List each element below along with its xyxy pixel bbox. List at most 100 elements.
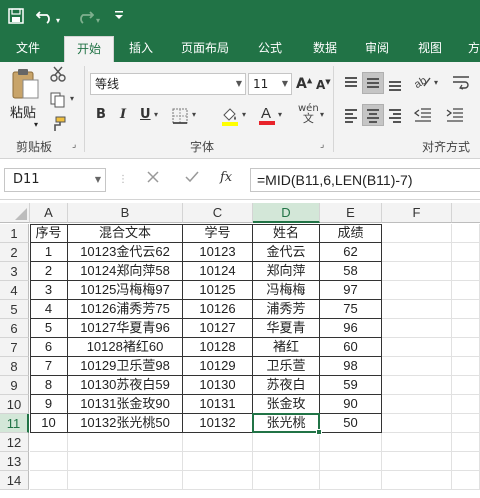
font-size-select[interactable]: 11 ▼ xyxy=(248,73,292,95)
fill-color-dropdown-icon[interactable]: ▾ xyxy=(242,110,246,119)
cell-f12[interactable] xyxy=(382,433,452,452)
column-header-b[interactable]: B xyxy=(68,203,183,223)
fill-handle[interactable] xyxy=(316,429,322,435)
clipboard-launcher-icon[interactable]: ⌟ xyxy=(72,140,76,150)
cell-b14[interactable] xyxy=(68,471,183,490)
font-color-dropdown-icon[interactable]: ▾ xyxy=(278,110,282,119)
cell-g12[interactable] xyxy=(452,433,480,452)
cell-b6[interactable]: 10127华夏青96 xyxy=(68,319,183,338)
wrap-text-icon[interactable] xyxy=(452,74,470,94)
align-right-button[interactable] xyxy=(384,104,406,126)
row-header-13[interactable]: 13 xyxy=(0,452,29,471)
cell-g11[interactable] xyxy=(452,414,480,433)
row-header-14[interactable]: 14 xyxy=(0,471,29,490)
cell-c6[interactable]: 10127 xyxy=(183,319,253,338)
cell-b7[interactable]: 10128褚红60 xyxy=(68,338,183,357)
cell-c14[interactable] xyxy=(183,471,253,490)
cell-b9[interactable]: 10130苏夜白59 xyxy=(68,376,183,395)
italic-button[interactable]: I xyxy=(120,107,126,122)
paste-icon[interactable] xyxy=(10,68,40,103)
cell-c9[interactable]: 10130 xyxy=(183,376,253,395)
row-header-12[interactable]: 12 xyxy=(0,433,29,452)
cell-d9[interactable]: 苏夜白 xyxy=(253,376,320,395)
cell-e3[interactable]: 58 xyxy=(320,262,382,281)
font-launcher-icon[interactable]: ⌟ xyxy=(320,140,324,150)
cell-c4[interactable]: 10125 xyxy=(183,281,253,300)
underline-button[interactable]: U xyxy=(140,107,151,122)
cell-f1[interactable] xyxy=(382,224,452,243)
phonetic-guide-button[interactable]: wén 文 xyxy=(298,104,319,125)
tab-insert[interactable]: 插入 xyxy=(120,36,162,62)
name-box[interactable]: D11 ▼ xyxy=(4,168,106,192)
grow-font-button[interactable]: A▲ xyxy=(296,76,312,92)
borders-icon[interactable] xyxy=(172,108,188,128)
cell-g2[interactable] xyxy=(452,243,480,262)
cell-e9[interactable]: 59 xyxy=(320,376,382,395)
cell-f3[interactable] xyxy=(382,262,452,281)
cell-d8[interactable]: 卫乐萱 xyxy=(253,357,320,376)
paste-label[interactable]: 粘贴 xyxy=(10,102,36,121)
row-header-8[interactable]: 8 xyxy=(0,357,29,376)
cell-b4[interactable]: 10125冯梅梅97 xyxy=(68,281,183,300)
cell-e1[interactable]: 成绩 xyxy=(320,224,382,243)
cell-g14[interactable] xyxy=(452,471,480,490)
cell-c2[interactable]: 10123 xyxy=(183,243,253,262)
column-header-e[interactable]: E xyxy=(320,203,382,223)
copy-icon[interactable] xyxy=(50,92,66,112)
align-left-button[interactable] xyxy=(340,104,362,126)
cell-c13[interactable] xyxy=(183,452,253,471)
column-header-f[interactable]: F xyxy=(382,203,452,223)
tab-formulas[interactable]: 公式 xyxy=(250,36,290,62)
cell-f6[interactable] xyxy=(382,319,452,338)
row-header-6[interactable]: 6 xyxy=(0,319,29,338)
cell-e14[interactable] xyxy=(320,471,382,490)
cell-d14[interactable] xyxy=(253,471,320,490)
row-header-3[interactable]: 3 xyxy=(0,262,29,281)
bold-button[interactable]: B xyxy=(96,107,106,122)
cell-d7[interactable]: 褚红 xyxy=(253,338,320,357)
cell-a9[interactable]: 8 xyxy=(30,376,68,395)
cell-a12[interactable] xyxy=(30,433,68,452)
cell-d12[interactable] xyxy=(253,433,320,452)
tab-more[interactable]: 方 xyxy=(464,36,480,62)
cell-e2[interactable]: 62 xyxy=(320,243,382,262)
cell-a14[interactable] xyxy=(30,471,68,490)
row-header-9[interactable]: 9 xyxy=(0,376,29,395)
redo-dropdown-icon[interactable]: ▾ xyxy=(96,12,100,30)
redo-icon[interactable] xyxy=(76,8,95,28)
tab-data[interactable]: 数据 xyxy=(304,36,346,62)
cell-e6[interactable]: 96 xyxy=(320,319,382,338)
cell-c5[interactable]: 10126 xyxy=(183,300,253,319)
format-painter-icon[interactable] xyxy=(50,116,66,136)
cell-a5[interactable]: 4 xyxy=(30,300,68,319)
font-color-icon[interactable]: A xyxy=(258,104,276,130)
cell-e13[interactable] xyxy=(320,452,382,471)
column-header-d[interactable]: D xyxy=(253,203,320,223)
cell-g4[interactable] xyxy=(452,281,480,300)
borders-dropdown-icon[interactable]: ▾ xyxy=(192,110,196,119)
cell-f14[interactable] xyxy=(382,471,452,490)
cell-a11[interactable]: 10 xyxy=(30,414,68,433)
tab-file[interactable]: 文件 xyxy=(6,36,50,62)
underline-dropdown-icon[interactable]: ▾ xyxy=(154,110,158,119)
cell-f8[interactable] xyxy=(382,357,452,376)
cell-e8[interactable]: 98 xyxy=(320,357,382,376)
cell-f11[interactable] xyxy=(382,414,452,433)
cell-d4[interactable]: 冯梅梅 xyxy=(253,281,320,300)
cell-d3[interactable]: 郑向萍 xyxy=(253,262,320,281)
cell-d1[interactable]: 姓名 xyxy=(253,224,320,243)
shrink-font-button[interactable]: A▼ xyxy=(316,78,331,92)
cell-c12[interactable] xyxy=(183,433,253,452)
cell-c7[interactable]: 10128 xyxy=(183,338,253,357)
fill-color-icon[interactable] xyxy=(220,106,240,130)
cell-e11[interactable]: 50 xyxy=(320,414,382,433)
undo-icon[interactable] xyxy=(35,8,54,28)
orientation-dropdown-icon[interactable]: ▾ xyxy=(434,78,438,87)
cell-b10[interactable]: 10131张金玫90 xyxy=(68,395,183,414)
cell-d10[interactable]: 张金玫 xyxy=(253,395,320,414)
cell-b11[interactable]: 10132张光桃50 xyxy=(68,414,183,433)
cell-d5[interactable]: 浦秀芳 xyxy=(253,300,320,319)
row-header-7[interactable]: 7 xyxy=(0,338,29,357)
cut-icon[interactable] xyxy=(50,66,66,86)
align-center-button[interactable] xyxy=(362,104,384,126)
